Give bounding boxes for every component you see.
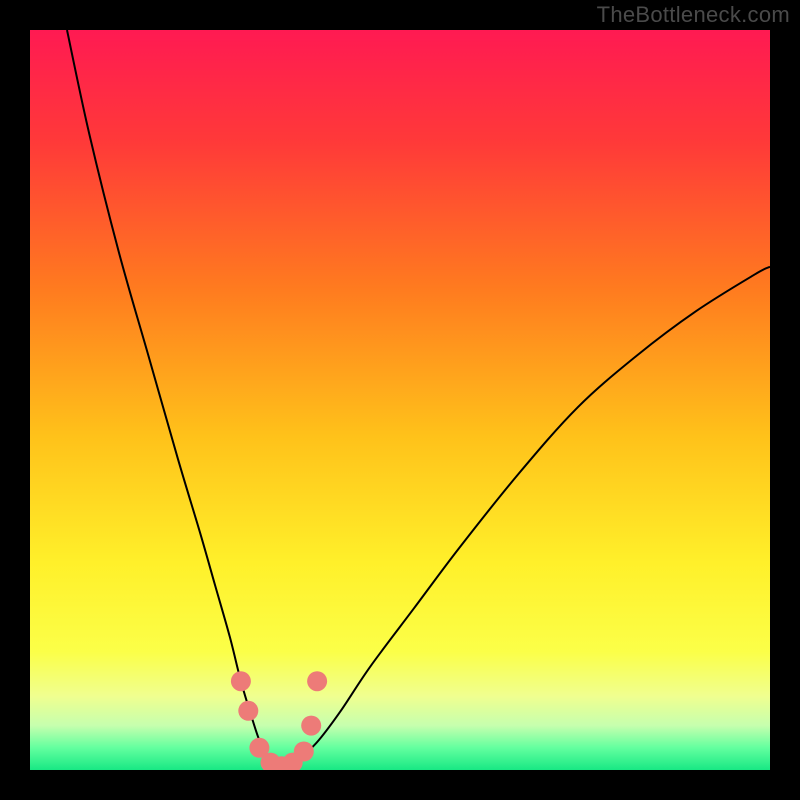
chart-svg <box>30 30 770 770</box>
data-point <box>307 671 327 691</box>
chart-frame: TheBottleneck.com <box>0 0 800 800</box>
data-point <box>294 742 314 762</box>
data-point <box>238 701 258 721</box>
watermark-text: TheBottleneck.com <box>597 2 790 28</box>
bottleneck-curve <box>67 30 770 767</box>
data-point <box>231 671 251 691</box>
data-points-group <box>231 671 327 770</box>
data-point <box>301 716 321 736</box>
plot-area <box>30 30 770 770</box>
